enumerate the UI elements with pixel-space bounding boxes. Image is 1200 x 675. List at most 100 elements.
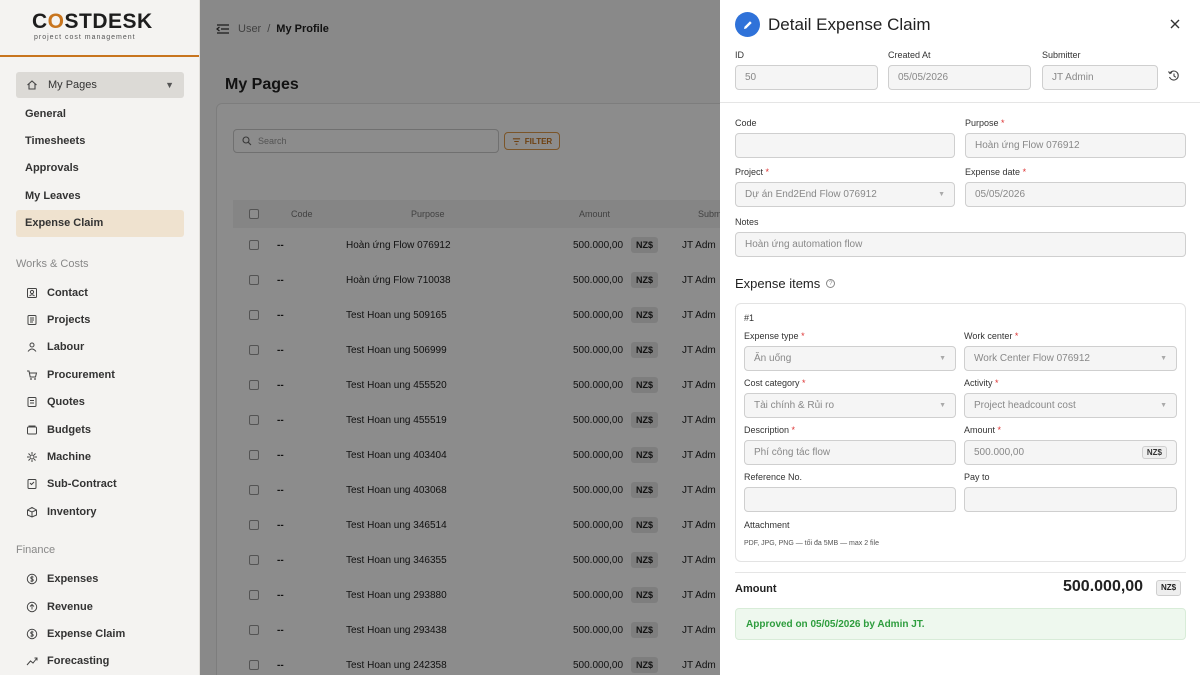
sidebar-item-label: My Pages bbox=[48, 79, 97, 91]
sidebar-item-machine[interactable]: Machine bbox=[16, 443, 184, 470]
submitter-field: JT Admin bbox=[1042, 65, 1158, 90]
expense-type-select: Ăn uống ▼ bbox=[744, 346, 956, 371]
activity-label: Activity * bbox=[964, 378, 999, 388]
id-label: ID bbox=[735, 50, 744, 60]
purpose-label: Purpose * bbox=[965, 118, 1005, 128]
sidebar-item-label: Contact bbox=[47, 286, 88, 299]
sidebar-item-label: Forecasting bbox=[47, 655, 110, 668]
chevron-down-icon: ▼ bbox=[938, 191, 945, 198]
submitter-label: Submitter bbox=[1042, 50, 1081, 60]
cart-icon bbox=[25, 368, 38, 381]
sidebar-item-timesheets[interactable]: Timesheets bbox=[16, 127, 184, 154]
item-amount-field: 500.000,00 NZ$ bbox=[964, 440, 1177, 465]
sidebar-item-label: Quotes bbox=[47, 396, 85, 409]
section-works-costs: Works & Costs bbox=[16, 257, 89, 270]
expense-date-label: Expense date * bbox=[965, 167, 1027, 177]
sidebar-item-general[interactable]: General bbox=[16, 100, 184, 127]
sidebar-item-my-leaves[interactable]: My Leaves bbox=[16, 182, 184, 209]
sidebar-item-approvals[interactable]: Approvals bbox=[16, 155, 184, 182]
description-label: Description * bbox=[744, 425, 796, 435]
dollar-icon bbox=[25, 627, 38, 640]
drawer-title: Detail Expense Claim bbox=[768, 14, 931, 34]
reference-label: Reference No. bbox=[744, 472, 803, 482]
chevron-down-icon: ▼ bbox=[939, 402, 946, 409]
activity-select: Project headcount cost ▼ bbox=[964, 393, 1177, 418]
sidebar-item-label: Expense Claim bbox=[47, 627, 126, 640]
close-button[interactable] bbox=[1168, 17, 1182, 31]
chevron-down-icon: ▼ bbox=[165, 80, 174, 90]
contact-icon bbox=[25, 286, 38, 299]
expense-items-title: Expense items ? bbox=[735, 276, 836, 291]
dollar-icon bbox=[25, 573, 38, 586]
inventory-icon bbox=[25, 505, 38, 518]
sidebar-item-labour[interactable]: Labour bbox=[16, 334, 184, 361]
code-field bbox=[735, 133, 955, 158]
cost-category-label: Cost category * bbox=[744, 378, 806, 388]
detail-drawer: Detail Expense Claim ID 50 Created At 05… bbox=[720, 0, 1200, 675]
sidebar-item-finance-forecasting[interactable]: Forecasting bbox=[16, 648, 184, 675]
pay-to-field bbox=[964, 487, 1177, 512]
history-icon bbox=[1168, 70, 1179, 81]
sidebar-item-budgets[interactable]: Budgets bbox=[16, 416, 184, 443]
logo: COSTDESK project cost management bbox=[0, 0, 199, 57]
notes-field: Hoàn ứng automation flow bbox=[735, 232, 1186, 257]
history-button[interactable] bbox=[1167, 69, 1181, 83]
section-finance: Finance bbox=[16, 544, 56, 557]
sidebar-item-expense-claim[interactable]: Expense Claim bbox=[16, 209, 184, 237]
sidebar-item-quotes[interactable]: Quotes bbox=[16, 389, 184, 416]
total-amount-label: Amount bbox=[735, 583, 777, 595]
sidebar-item-label: Expenses bbox=[47, 573, 99, 586]
item-amount-label: Amount * bbox=[964, 425, 1002, 435]
chevron-down-icon: ▼ bbox=[1160, 355, 1167, 362]
edit-pencil-icon bbox=[735, 12, 760, 37]
projects-icon bbox=[25, 314, 38, 327]
sidebar-item-finance-revenue[interactable]: Revenue bbox=[16, 593, 184, 620]
sidebar-item-label: Inventory bbox=[47, 505, 97, 518]
work-center-select: Work Center Flow 076912 ▼ bbox=[964, 346, 1177, 371]
sidebar-item-label: Revenue bbox=[47, 600, 93, 613]
attachment-label: Attachment bbox=[744, 520, 790, 530]
notes-label: Notes bbox=[735, 217, 759, 227]
revenue-icon bbox=[25, 600, 38, 613]
sidebar-item-contact[interactable]: Contact bbox=[16, 279, 184, 306]
created-at-field: 05/05/2026 bbox=[888, 65, 1031, 90]
code-label: Code bbox=[735, 118, 757, 128]
sidebar-item-inventory[interactable]: Inventory bbox=[16, 498, 184, 525]
item-number: #1 bbox=[744, 313, 755, 323]
drawer-header: Detail Expense Claim bbox=[735, 12, 931, 37]
sidebar-item-finance-expenses[interactable]: Expenses bbox=[16, 565, 184, 592]
sidebar: COSTDESK project cost management My Page… bbox=[0, 0, 200, 675]
logo-tagline: project cost management bbox=[34, 34, 136, 41]
trend-icon bbox=[25, 655, 38, 668]
work-center-label: Work center * bbox=[964, 331, 1019, 341]
home-icon bbox=[26, 79, 38, 91]
expense-type-label: Expense type * bbox=[744, 331, 805, 341]
purpose-field: Hoàn ứng Flow 076912 bbox=[965, 133, 1186, 158]
cost-category-select: Tài chính & Rủi ro ▼ bbox=[744, 393, 956, 418]
pay-to-label: Pay to bbox=[964, 472, 990, 482]
project-label: Project * bbox=[735, 167, 770, 177]
machine-icon bbox=[25, 450, 38, 463]
description-field: Phí công tác flow bbox=[744, 440, 956, 465]
sidebar-item-procurement[interactable]: Procurement bbox=[16, 361, 184, 388]
sidebar-item-label: Budgets bbox=[47, 423, 91, 436]
header-divider bbox=[720, 102, 1200, 103]
subcontract-icon bbox=[25, 478, 38, 491]
help-icon[interactable]: ? bbox=[826, 279, 836, 288]
quotes-icon bbox=[25, 396, 38, 409]
sidebar-item-sub-contract[interactable]: Sub-Contract bbox=[16, 471, 184, 498]
labour-icon bbox=[25, 341, 38, 354]
sidebar-item-label: Sub-Contract bbox=[47, 478, 117, 491]
sidebar-nav: My Pages ▼ General Timesheets Approvals My … bbox=[0, 72, 200, 675]
sidebar-item-label: Labour bbox=[47, 341, 85, 354]
sidebar-item-my-pages[interactable]: My Pages ▼ bbox=[16, 72, 184, 98]
close-icon bbox=[1170, 19, 1180, 29]
expense-date-field: 05/05/2026 bbox=[965, 182, 1186, 207]
sidebar-item-label: Projects bbox=[47, 314, 91, 327]
sidebar-item-projects[interactable]: Projects bbox=[16, 306, 184, 333]
chevron-down-icon: ▼ bbox=[939, 355, 946, 362]
reference-field bbox=[744, 487, 956, 512]
total-amount-value: 500.000,00 bbox=[1063, 578, 1144, 595]
sidebar-item-finance-expense-claim[interactable]: Expense Claim bbox=[16, 620, 184, 647]
approval-status-banner: Approved on 05/05/2026 by Admin JT. bbox=[735, 608, 1186, 640]
